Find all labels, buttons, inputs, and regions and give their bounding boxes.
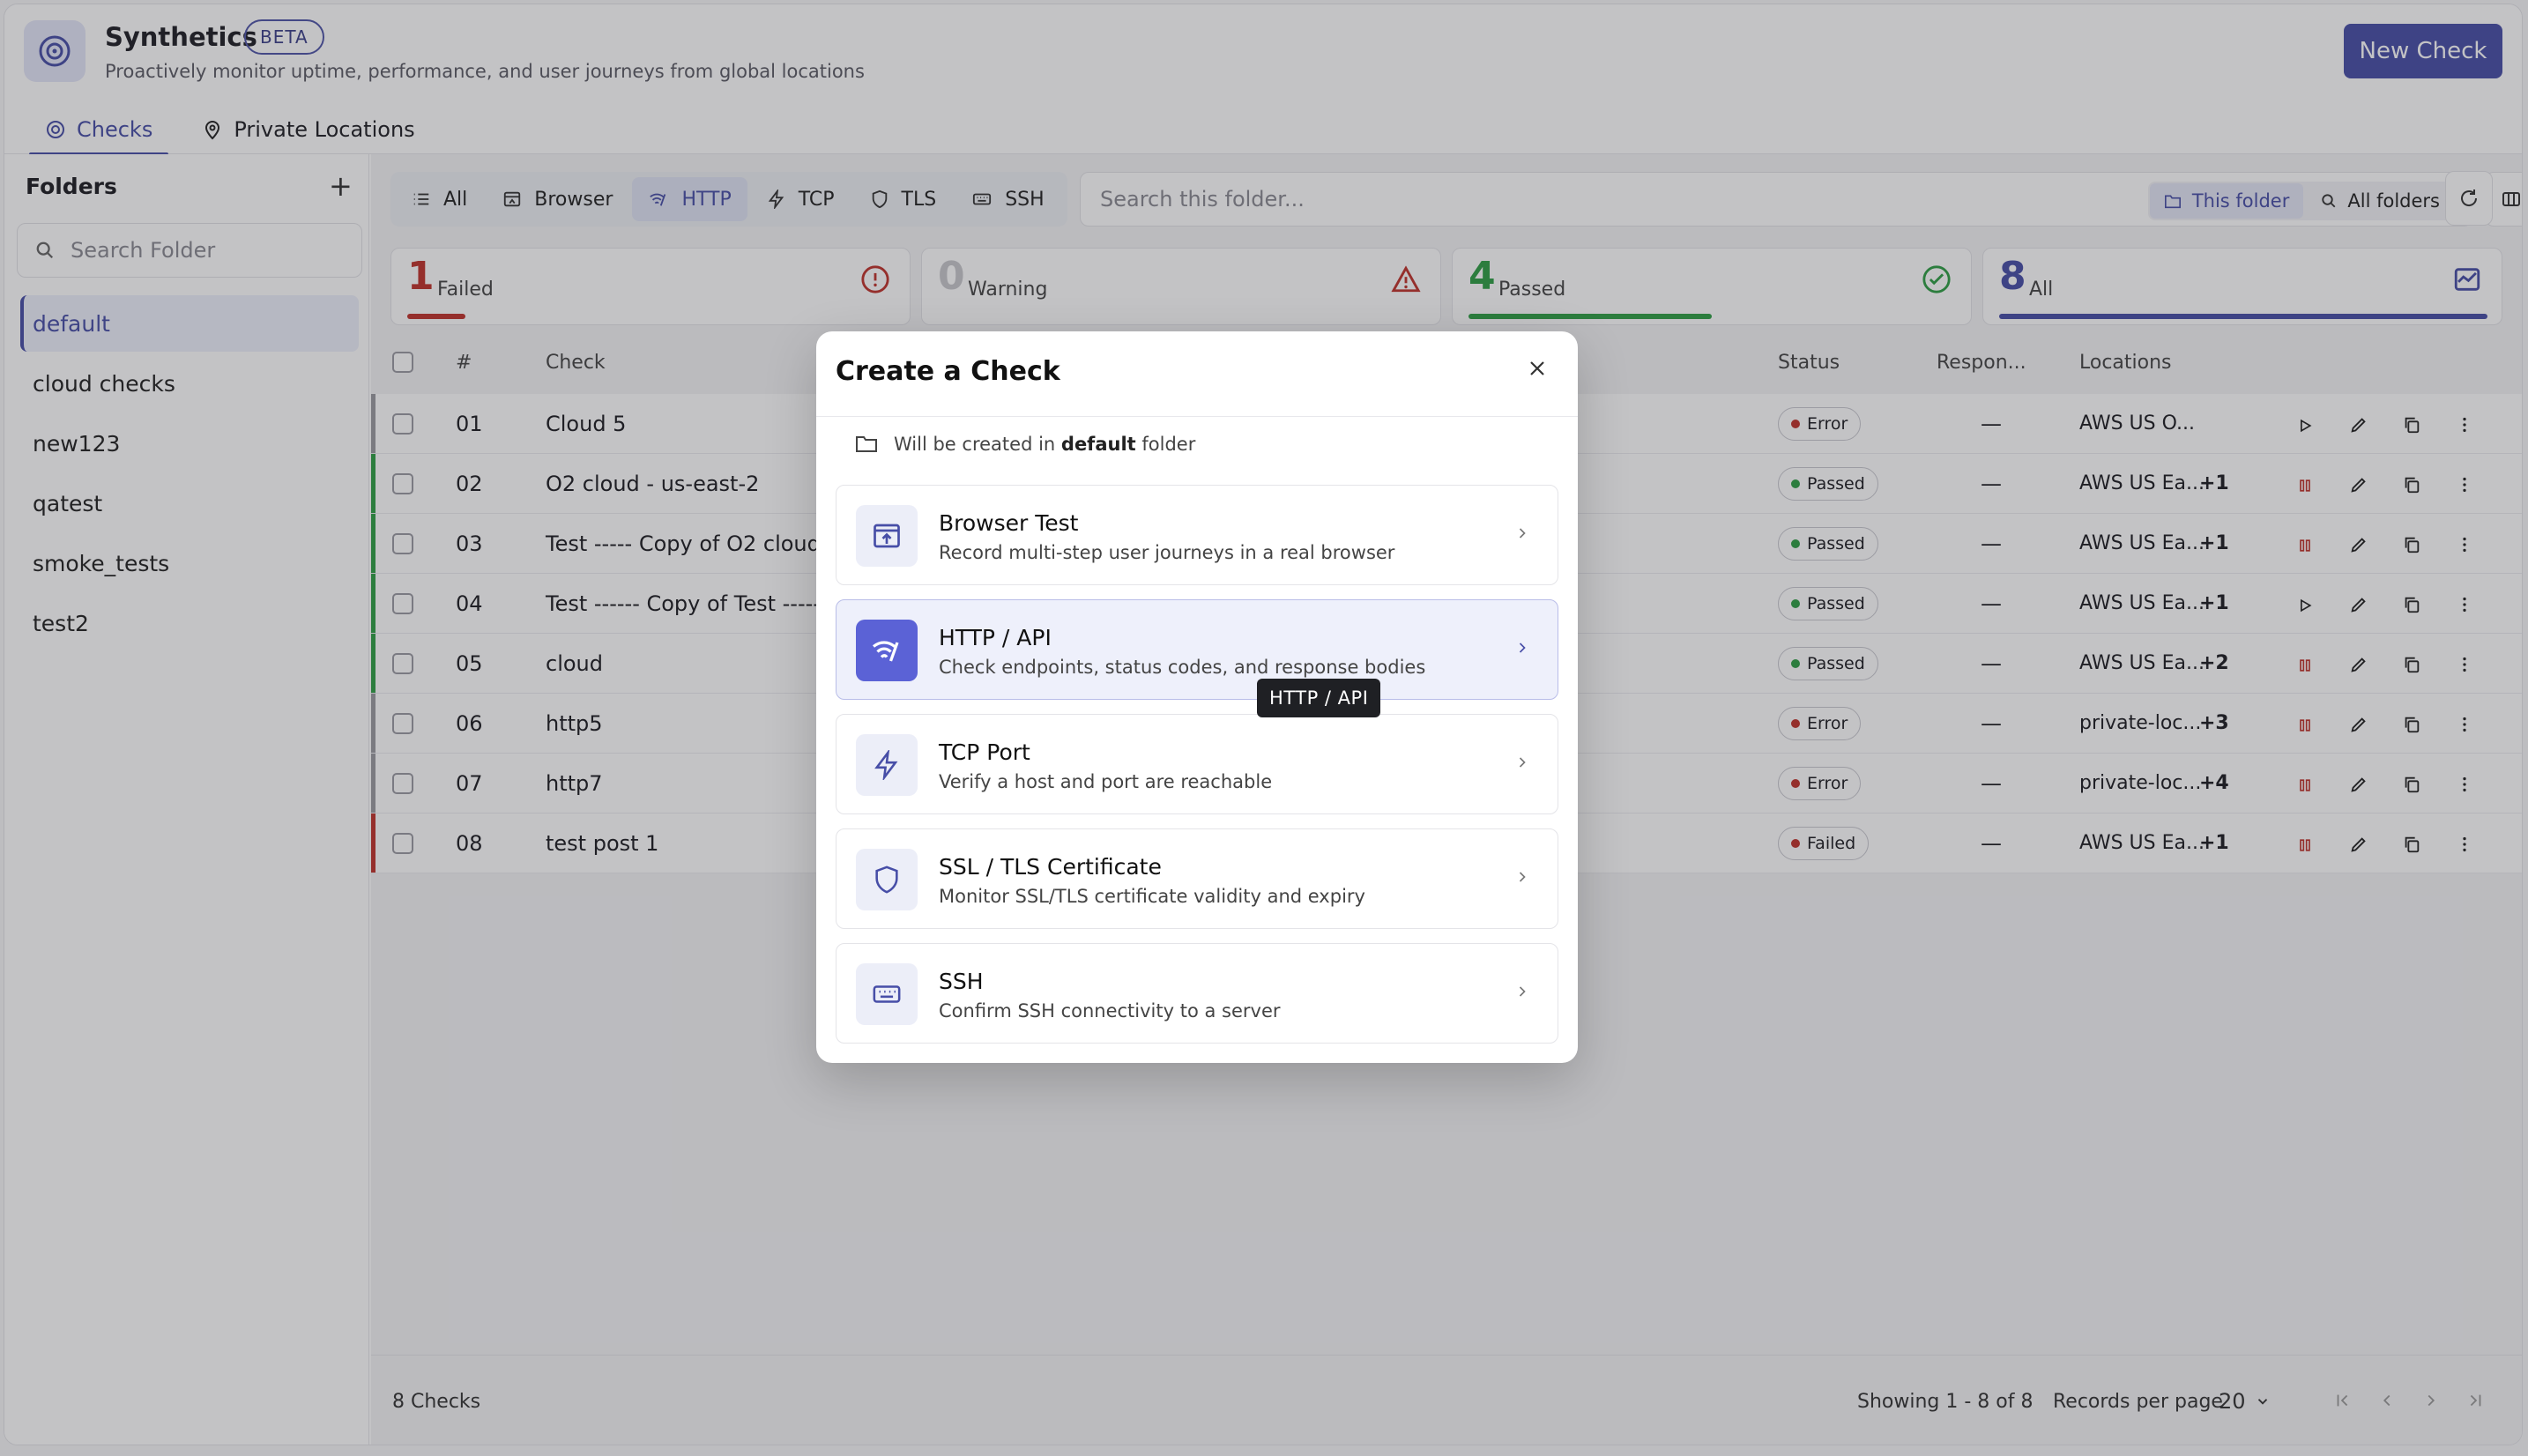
- option-desc: Record multi-step user journeys in a rea…: [939, 542, 1395, 563]
- option-desc: Verify a host and port are reachable: [939, 771, 1273, 792]
- option-title: SSL / TLS Certificate: [939, 854, 1162, 880]
- option-desc: Confirm SSH connectivity to a server: [939, 1000, 1281, 1021]
- option-desc: Check endpoints, status codes, and respo…: [939, 657, 1426, 678]
- divider: [816, 416, 1578, 417]
- create-check-modal: Create a Check Will be created in defaul…: [816, 331, 1578, 1063]
- option-tcp-port[interactable]: TCP Port Verify a host and port are reac…: [836, 714, 1558, 814]
- chevron-right-icon: [1519, 872, 1526, 882]
- option-title: TCP Port: [939, 739, 1030, 765]
- option-http-api[interactable]: HTTP / API Check endpoints, status codes…: [836, 599, 1558, 700]
- modal-folder-note: Will be created in default folder: [855, 434, 1195, 455]
- folder-icon: [856, 436, 877, 452]
- modal-title: Create a Check: [836, 356, 1060, 387]
- option-ssh[interactable]: SSH Confirm SSH connectivity to a server: [836, 943, 1558, 1044]
- note-prefix: Will be created in: [894, 434, 1056, 455]
- option-ssl-tls[interactable]: SSL / TLS Certificate Monitor SSL/TLS ce…: [836, 828, 1558, 929]
- chevron-right-icon: [1519, 643, 1526, 653]
- wifi-icon: [856, 620, 918, 681]
- tooltip: HTTP / API: [1257, 679, 1381, 717]
- chevron-right-icon: [1519, 528, 1526, 539]
- option-desc: Monitor SSL/TLS certificate validity and…: [939, 886, 1365, 907]
- note-text: Will be created in default folder: [894, 434, 1195, 455]
- chevron-right-icon: [1519, 986, 1526, 997]
- option-title: HTTP / API: [939, 625, 1052, 650]
- option-title: SSH: [939, 969, 984, 994]
- browser-icon: [856, 505, 918, 567]
- option-browser-test[interactable]: Browser Test Record multi-step user jour…: [836, 485, 1558, 585]
- close-icon[interactable]: [1527, 358, 1548, 379]
- option-title: Browser Test: [939, 510, 1079, 536]
- keyboard-icon: [856, 963, 918, 1025]
- note-folder: default: [1060, 434, 1136, 455]
- shield-icon: [856, 849, 918, 910]
- chevron-right-icon: [1519, 757, 1526, 768]
- note-suffix: folder: [1141, 434, 1196, 455]
- bolt-icon: [856, 734, 918, 796]
